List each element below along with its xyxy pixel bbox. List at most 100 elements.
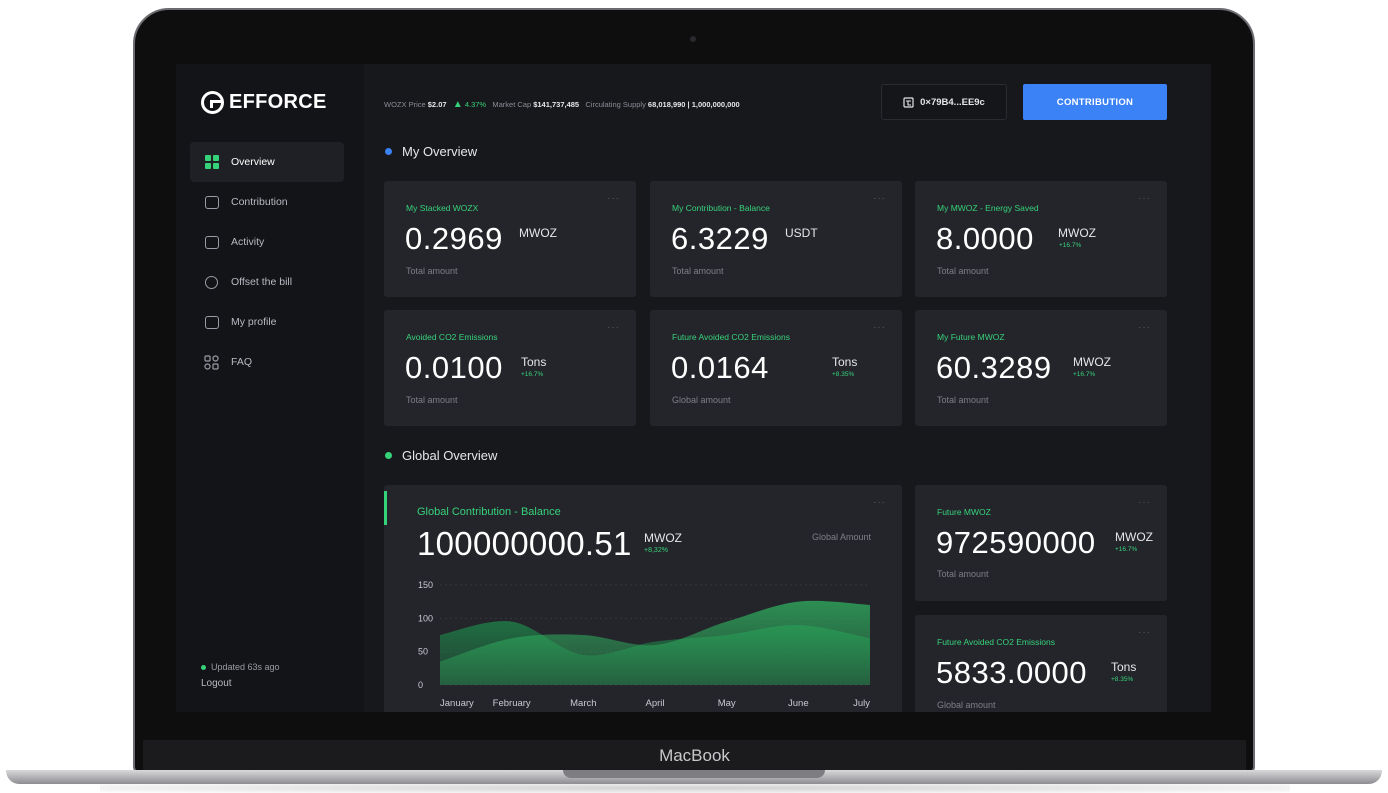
global-overview-title: Global Overview — [402, 448, 498, 463]
more-options-icon[interactable]: ··· — [1138, 627, 1151, 638]
sidebar-item-profile[interactable]: My profile — [190, 302, 344, 342]
card-unit: Tons — [1111, 660, 1137, 674]
stat-card-contribution-balance: My Contribution - Balance ··· 6.3229 USD… — [650, 181, 902, 297]
card-value: 0.0100 — [405, 350, 503, 385]
more-options-icon[interactable]: ··· — [1138, 193, 1151, 204]
global-contribution-card: Global Contribution - Balance ··· 100000… — [384, 485, 902, 712]
activity-icon — [204, 235, 219, 250]
chart-y-tick-label: 0 — [418, 680, 423, 690]
card-label: My Stacked WOZX — [406, 203, 479, 213]
marketcap-label: Market Cap — [492, 100, 532, 109]
price-label: WOZX Price — [384, 100, 426, 109]
profile-icon — [204, 315, 219, 330]
stat-card-future-mwoz: My Future MWOZ ··· 60.3289 MWOZ +16.7% T… — [915, 310, 1167, 426]
card-value: 5833.0000 — [936, 655, 1088, 690]
card-change: +16.7% — [1059, 242, 1082, 249]
more-options-icon[interactable]: ··· — [607, 322, 620, 333]
chart-x-tick-label: March — [570, 698, 596, 709]
card-sub: Total amount — [937, 266, 989, 276]
faq-icon — [204, 354, 219, 370]
stat-card-energy-saved: My MWOZ - Energy Saved ··· 8.0000 MWOZ +… — [915, 181, 1167, 297]
card-sub: Global amount — [937, 700, 996, 710]
global-contribution-chart: 0 50 100 150 January February March April May Jun… — [418, 580, 870, 709]
sidebar: EFFORCE Overview Contribution Activity O… — [176, 64, 364, 712]
card-unit: Tons — [521, 355, 547, 369]
chart-x-tick-label: July — [853, 698, 870, 709]
brand-name: EFFORCE — [229, 91, 327, 113]
chart-x-tick-label: June — [788, 698, 809, 709]
green-dot-icon — [385, 452, 392, 459]
more-options-icon[interactable]: ··· — [873, 322, 886, 333]
card-change: +8.35% — [1111, 676, 1134, 683]
sidebar-item-contribution[interactable]: Contribution — [190, 182, 344, 222]
sidebar-item-label: My profile — [231, 316, 277, 328]
card-unit: MWOZ — [1073, 355, 1111, 369]
card-value: 8.0000 — [936, 221, 1034, 256]
chart-x-tick-label: February — [493, 698, 531, 709]
sidebar-item-label: Activity — [231, 236, 265, 248]
card-label: My MWOZ - Energy Saved — [937, 203, 1039, 213]
sidebar-item-label: Contribution — [231, 196, 288, 208]
sidebar-item-faq[interactable]: FAQ — [190, 342, 344, 382]
sidebar-footer: Updated 63s ago Logout — [201, 662, 280, 689]
card-sub: Total amount — [406, 266, 458, 276]
stat-card-future-avoided-co2-global: Future Avoided CO2 Emissions ··· 5833.00… — [915, 615, 1167, 712]
stat-card-future-avoided-co2: Future Avoided CO2 Emissions ··· 0.0164 … — [650, 310, 902, 426]
my-overview-heading: My Overview — [385, 144, 477, 159]
card-value: 972590000 — [936, 525, 1096, 560]
contribution-button[interactable]: CONTRIBUTION — [1023, 84, 1167, 120]
card-unit: MWOZ — [1058, 226, 1096, 240]
chart-x-tick-label: January — [440, 698, 474, 709]
chart-y-tick-label: 100 — [418, 613, 433, 623]
chart-y-tick-label: 50 — [418, 647, 428, 657]
stat-card-future-mwoz-global: Future MWOZ ··· 972590000 MWOZ +16.7% To… — [915, 485, 1167, 601]
card-label: My Future MWOZ — [937, 332, 1005, 342]
laptop-shadow — [100, 783, 1290, 793]
card-value: 60.3289 — [936, 350, 1052, 385]
card-value: 0.0164 — [671, 350, 769, 385]
supply-label: Circulating Supply — [585, 100, 646, 109]
status-dot-icon — [201, 665, 206, 671]
stat-card-avoided-co2: Avoided CO2 Emissions ··· 0.0100 Tons +1… — [384, 310, 636, 426]
more-options-icon[interactable]: ··· — [873, 193, 886, 204]
logout-link[interactable]: Logout — [201, 678, 280, 689]
wallet-icon — [903, 96, 914, 108]
card-change: +16.7% — [1073, 371, 1096, 378]
card-sub: Total amount — [937, 395, 989, 405]
sidebar-item-offset[interactable]: Offset the bill — [190, 262, 344, 302]
brand-logo[interactable]: EFFORCE — [201, 91, 327, 114]
wallet-icon — [204, 195, 219, 210]
card-label: My Contribution - Balance — [672, 203, 770, 213]
more-options-icon[interactable]: ··· — [1138, 497, 1151, 508]
card-change: +8.35% — [832, 371, 855, 378]
marketcap-value: $141,737,485 — [533, 100, 580, 109]
wallet-address: 0×79B4...EE9c — [920, 96, 985, 108]
sidebar-nav: Overview Contribution Activity Offset th… — [190, 142, 344, 382]
update-status: Updated 63s ago — [201, 662, 280, 672]
laptop-notch — [563, 770, 825, 778]
wallet-button[interactable]: 0×79B4...EE9c — [881, 84, 1007, 120]
chart-y-tick-label: 150 — [418, 580, 433, 590]
grid-icon — [204, 154, 219, 170]
blue-dot-icon — [385, 148, 392, 155]
offset-icon — [204, 275, 219, 290]
card-unit: MWOZ — [519, 226, 557, 240]
card-change: +16.7% — [521, 371, 544, 378]
supply-value: 68,018,990 | 1,000,000,000 — [647, 100, 740, 109]
camera-icon — [690, 36, 696, 42]
more-options-icon[interactable]: ··· — [1138, 322, 1151, 333]
app-screen: EFFORCE Overview Contribution Activity O… — [176, 64, 1211, 712]
up-arrow-icon: ▲ — [452, 99, 463, 110]
price-ticker: WOZX Price $2.07 ▲ 4.37% Market Cap $141… — [384, 99, 740, 110]
card-label: Avoided CO2 Emissions — [406, 332, 498, 342]
sidebar-item-label: FAQ — [231, 356, 253, 368]
stat-card-stacked-wozx: My Stacked WOZX ··· 0.2969 MWOZ Total am… — [384, 181, 636, 297]
sidebar-item-label: Offset the bill — [231, 276, 293, 288]
sidebar-item-overview[interactable]: Overview — [190, 142, 344, 182]
card-unit: Tons — [832, 355, 858, 369]
global-overview-heading: Global Overview — [385, 448, 497, 463]
laptop-chin: MacBook — [143, 740, 1246, 772]
price-change: 4.37% — [464, 100, 487, 109]
more-options-icon[interactable]: ··· — [607, 193, 620, 204]
sidebar-item-activity[interactable]: Activity — [190, 222, 344, 262]
